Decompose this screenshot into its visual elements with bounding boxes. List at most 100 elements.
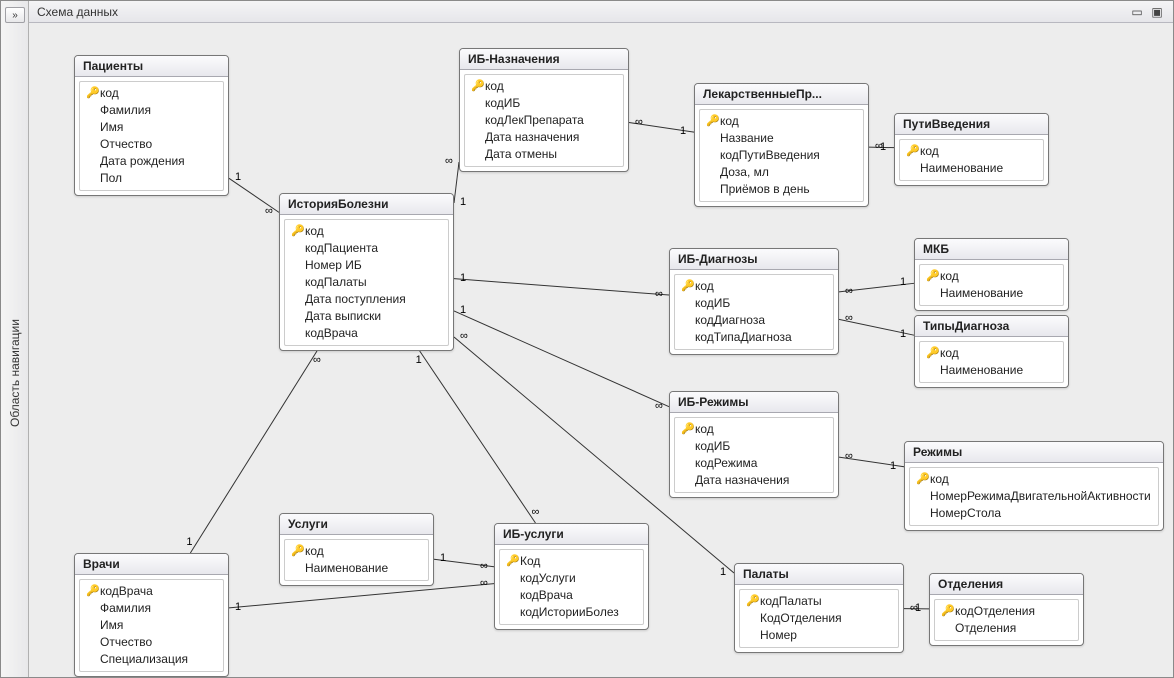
table-diag_types[interactable]: ТипыДиагноза 🔑кодНаименование bbox=[914, 315, 1069, 388]
table-field[interactable]: Наименование bbox=[906, 159, 1037, 176]
table-header[interactable]: ЛекарственныеПр... bbox=[695, 84, 868, 105]
primary-key-icon: 🔑 bbox=[291, 224, 305, 237]
table-field[interactable]: 🔑код bbox=[681, 277, 827, 294]
minimize-button[interactable]: ▭ bbox=[1129, 5, 1145, 19]
table-field[interactable]: Дата выписки bbox=[291, 307, 442, 324]
field-label: код bbox=[940, 269, 959, 283]
table-field[interactable]: кодИБ bbox=[681, 437, 827, 454]
table-field[interactable]: Фамилия bbox=[86, 101, 217, 118]
table-departments[interactable]: Отделения 🔑кодОтделения Отделения bbox=[929, 573, 1084, 646]
table-header[interactable]: МКБ bbox=[915, 239, 1068, 260]
table-field[interactable]: кодПутиВведения bbox=[706, 146, 857, 163]
table-field[interactable]: 🔑код bbox=[906, 142, 1037, 159]
table-ib_serv[interactable]: ИБ-услуги 🔑КодкодУслугикодВрачакодИстории… bbox=[494, 523, 649, 630]
table-doctors[interactable]: Врачи 🔑кодВрачаФамилияИмяОтчествоСпециали… bbox=[74, 553, 229, 677]
table-field[interactable]: 🔑код bbox=[291, 222, 442, 239]
table-field[interactable]: кодВрача bbox=[291, 324, 442, 341]
table-regimes[interactable]: Режимы 🔑кодНомерРежимаДвигательнойАктивно… bbox=[904, 441, 1164, 531]
table-field[interactable]: Дата назначения bbox=[681, 471, 827, 488]
table-field[interactable]: Отчество bbox=[86, 633, 217, 650]
table-field[interactable]: Имя bbox=[86, 616, 217, 633]
table-field[interactable]: Наименование bbox=[291, 559, 422, 576]
table-field[interactable]: кодЛекПрепарата bbox=[471, 111, 617, 128]
table-field[interactable]: Название bbox=[706, 129, 857, 146]
table-field[interactable]: 🔑код bbox=[916, 470, 1152, 487]
table-wards[interactable]: Палаты 🔑кодПалатыКодОтделения Номер bbox=[734, 563, 904, 653]
table-routes[interactable]: ПутиВведения 🔑кодНаименование bbox=[894, 113, 1049, 186]
expand-nav-button[interactable]: » bbox=[5, 7, 25, 23]
table-header[interactable]: ТипыДиагноза bbox=[915, 316, 1068, 337]
table-field[interactable]: Номер ИБ bbox=[291, 256, 442, 273]
table-header[interactable]: Пациенты bbox=[75, 56, 228, 77]
table-header[interactable]: ИсторияБолезни bbox=[280, 194, 453, 215]
table-field[interactable]: 🔑Код bbox=[506, 552, 637, 569]
table-field[interactable]: Имя bbox=[86, 118, 217, 135]
table-header[interactable]: ИБ-Диагнозы bbox=[670, 249, 838, 270]
table-mkb[interactable]: МКБ 🔑кодНаименование bbox=[914, 238, 1069, 311]
table-field[interactable]: 🔑код bbox=[471, 77, 617, 94]
table-header[interactable]: Палаты bbox=[735, 564, 903, 585]
cardinality-label: 1 bbox=[440, 552, 446, 564]
table-field[interactable]: Дата назначения bbox=[471, 128, 617, 145]
table-patients[interactable]: Пациенты 🔑кодФамилияИмяОтчествоДата рожде… bbox=[74, 55, 229, 196]
table-field[interactable]: кодУслуги bbox=[506, 569, 637, 586]
table-field[interactable]: Доза, мл bbox=[706, 163, 857, 180]
table-field[interactable]: Специализация bbox=[86, 650, 217, 667]
table-field[interactable]: 🔑код bbox=[681, 420, 827, 437]
table-services[interactable]: Услуги 🔑кодНаименование bbox=[279, 513, 434, 586]
table-history[interactable]: ИсторияБолезни🔑кодкодПациентаНомер ИБкод… bbox=[279, 193, 454, 351]
table-ib_rez[interactable]: ИБ-Режимы 🔑кодкодИБкодРежимаДата назначен… bbox=[669, 391, 839, 498]
table-header[interactable]: Врачи bbox=[75, 554, 228, 575]
field-label: Отделения bbox=[955, 621, 1016, 635]
table-field[interactable]: кодИБ bbox=[681, 294, 827, 311]
table-header[interactable]: Отделения bbox=[930, 574, 1083, 595]
table-field[interactable]: кодПалаты bbox=[291, 273, 442, 290]
table-field[interactable]: 🔑код bbox=[291, 542, 422, 559]
table-header[interactable]: ИБ-Режимы bbox=[670, 392, 838, 413]
table-field[interactable]: 🔑кодВрача bbox=[86, 582, 217, 599]
cardinality-label: ∞ bbox=[313, 354, 321, 366]
table-field[interactable]: Отчество bbox=[86, 135, 217, 152]
table-field[interactable]: кодТипаДиагноза bbox=[681, 328, 827, 345]
field-label: Дата отмены bbox=[485, 147, 557, 161]
table-field[interactable]: Отделения bbox=[941, 619, 1072, 636]
table-field[interactable]: НомерРежимаДвигательнойАктивности bbox=[916, 487, 1152, 504]
table-header[interactable]: ИБ-услуги bbox=[495, 524, 648, 545]
table-field[interactable]: кодИБ bbox=[471, 94, 617, 111]
table-field[interactable]: КодОтделения bbox=[746, 609, 892, 626]
table-field[interactable]: кодПациента bbox=[291, 239, 442, 256]
field-label: код bbox=[940, 346, 959, 360]
table-field[interactable]: 🔑кодПалаты bbox=[746, 592, 892, 609]
table-field[interactable]: Дата поступления bbox=[291, 290, 442, 307]
field-label: Номер bbox=[760, 628, 797, 642]
table-field[interactable]: Дата отмены bbox=[471, 145, 617, 162]
table-field[interactable]: 🔑код bbox=[86, 84, 217, 101]
table-field[interactable]: кодВрача bbox=[506, 586, 637, 603]
table-header[interactable]: Услуги bbox=[280, 514, 433, 535]
table-ib_diag[interactable]: ИБ-Диагнозы 🔑кодкодИБкодДиагнозакодТипаДи… bbox=[669, 248, 839, 355]
maximize-button[interactable]: ▣ bbox=[1149, 5, 1165, 19]
table-field[interactable]: кодИсторииБолез bbox=[506, 603, 637, 620]
diagram-canvas[interactable]: Пациенты🔑кодФамилияИмяОтчествоДата рожде… bbox=[29, 23, 1173, 677]
table-field[interactable]: 🔑кодОтделения bbox=[941, 602, 1072, 619]
table-field[interactable]: кодДиагноза bbox=[681, 311, 827, 328]
table-field[interactable]: 🔑код bbox=[926, 344, 1057, 361]
table-field[interactable]: Дата рождения bbox=[86, 152, 217, 169]
table-ib_naz[interactable]: ИБ-Назначения🔑кодкодИБкодЛекПрепаратаДат… bbox=[459, 48, 629, 172]
table-field[interactable]: Фамилия bbox=[86, 599, 217, 616]
primary-key-icon: 🔑 bbox=[926, 269, 940, 282]
table-drugs[interactable]: ЛекарственныеПр... 🔑кодНазваниекодПутиВве… bbox=[694, 83, 869, 207]
table-field[interactable]: 🔑код bbox=[706, 112, 857, 129]
cardinality-label: ∞ bbox=[480, 577, 488, 589]
table-field[interactable]: кодРежима bbox=[681, 454, 827, 471]
table-field[interactable]: Наименование bbox=[926, 284, 1057, 301]
table-header[interactable]: ПутиВведения bbox=[895, 114, 1048, 135]
table-header[interactable]: Режимы bbox=[905, 442, 1163, 463]
table-field[interactable]: Наименование bbox=[926, 361, 1057, 378]
table-field[interactable]: Приёмов в день bbox=[706, 180, 857, 197]
table-field[interactable]: НомерСтола bbox=[916, 504, 1152, 521]
table-field[interactable]: Пол bbox=[86, 169, 217, 186]
table-field[interactable]: Номер bbox=[746, 626, 892, 643]
table-field[interactable]: 🔑код bbox=[926, 267, 1057, 284]
table-header[interactable]: ИБ-Назначения bbox=[460, 49, 628, 70]
